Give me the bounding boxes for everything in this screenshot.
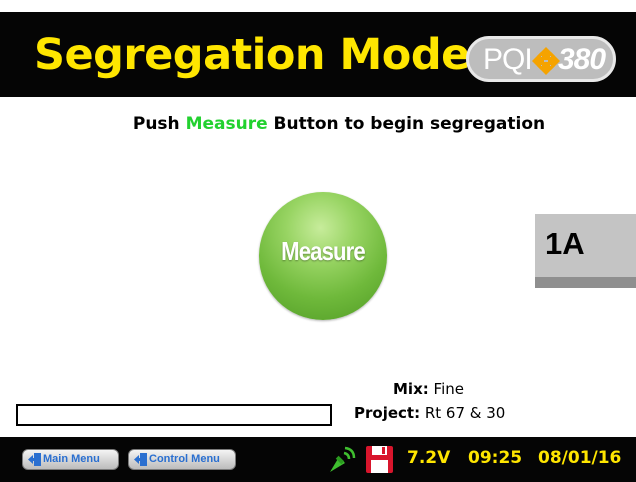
- mix-value: Fine: [433, 380, 464, 398]
- instruction-prefix: Push: [132, 114, 186, 134]
- pqi-380-logo: PQI 380: [466, 36, 616, 82]
- lane-label: 1A: [545, 226, 585, 261]
- exit-door-icon: [134, 453, 147, 466]
- logo-prefix: PQI: [483, 43, 533, 76]
- measure-button-label: Measure: [281, 236, 366, 266]
- floppy-disk-icon: [366, 446, 393, 473]
- clock-date: 08/01/16: [538, 448, 622, 468]
- progress-bar: [16, 404, 332, 426]
- lane-badge: 1A: [535, 214, 636, 288]
- battery-voltage: 7.2V: [407, 448, 451, 468]
- satellite-signal-icon: [330, 446, 356, 472]
- control-menu-button[interactable]: Control Menu: [128, 449, 236, 470]
- segregation-screen: Segregation Mode PQI 380 Push Measure Bu…: [0, 0, 636, 482]
- instruction-text: Push Measure Button to begin segregation: [0, 114, 636, 134]
- clock-time: 09:25: [468, 448, 523, 468]
- lane-badge-shadow: [535, 277, 636, 288]
- exit-door-icon: [28, 453, 41, 466]
- project-value: Rt 67 & 30: [424, 404, 506, 422]
- instruction-highlight: Measure: [185, 114, 268, 134]
- measure-button[interactable]: Measure: [259, 192, 387, 320]
- arrows-logo-icon: [532, 47, 560, 75]
- project-label: Project:: [354, 404, 421, 422]
- control-menu-label: Control Menu: [149, 453, 220, 465]
- header-bar: Segregation Mode PQI 380: [0, 0, 636, 97]
- mix-row: Mix: Fine: [393, 380, 464, 398]
- logo-model: 380: [558, 43, 606, 76]
- main-menu-label: Main Menu: [43, 453, 100, 465]
- instruction-suffix: Button to begin segregation: [267, 114, 546, 134]
- mix-label: Mix:: [393, 380, 429, 398]
- project-row: Project: Rt 67 & 30: [354, 404, 505, 422]
- page-title: Segregation Mode: [34, 30, 470, 80]
- main-menu-button[interactable]: Main Menu: [22, 449, 119, 470]
- footer-bar: Main Menu Control Menu 7.2V 09:25 08/01/…: [0, 437, 636, 482]
